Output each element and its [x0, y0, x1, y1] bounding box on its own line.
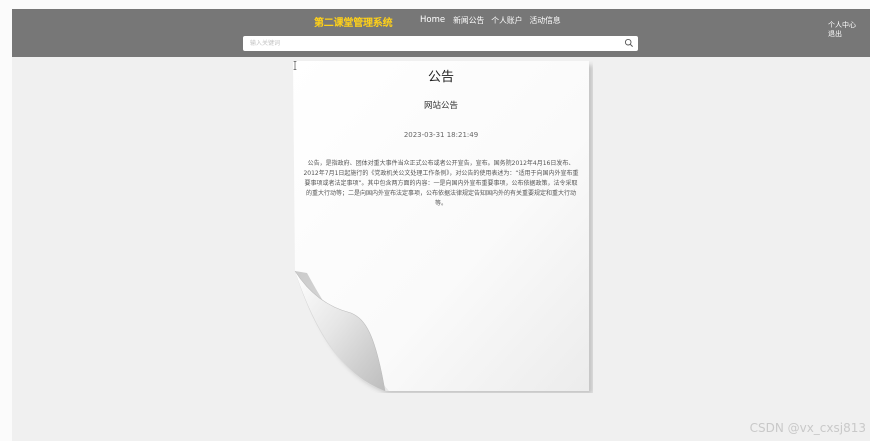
- page-background: 第二课堂管理系统 Home 新闻公告 个人账户 活动信息 个人中心 退出 输入关…: [12, 9, 870, 441]
- watermark: CSDN @vx_cxsj813: [749, 421, 866, 435]
- nav-home[interactable]: Home: [420, 15, 445, 26]
- site-brand[interactable]: 第二课堂管理系统: [314, 14, 393, 29]
- article-title: 公告: [427, 70, 454, 85]
- personal-center-link[interactable]: 个人中心: [828, 21, 856, 30]
- user-links: 个人中心 退出: [828, 21, 856, 39]
- article-body: 公告，是指政府、团体对重大事件当众正式公布或者公开宣告，宣布。国务院2012年4…: [303, 160, 579, 207]
- search-input[interactable]: [243, 36, 618, 51]
- nav-account[interactable]: 个人账户: [491, 15, 522, 26]
- article-subtitle: 网站公告: [423, 101, 458, 111]
- nav-news[interactable]: 新闻公告: [453, 15, 484, 26]
- search-icon[interactable]: [624, 38, 634, 48]
- search-bar: [243, 36, 638, 51]
- top-header: 第二课堂管理系统 Home 新闻公告 个人账户 活动信息 个人中心 退出: [12, 9, 870, 57]
- nav-activities[interactable]: 活动信息: [529, 15, 560, 26]
- logout-link[interactable]: 退出: [828, 30, 856, 39]
- announcement-paper: 公告 网站公告 2023-03-31 18:21:49 公告，是指政府、团体对重…: [293, 61, 593, 393]
- main-nav: Home 新闻公告 个人账户 活动信息: [420, 15, 561, 26]
- text-cursor-icon: [293, 61, 297, 70]
- article-date: 2023-03-31 18:21:49: [403, 131, 479, 139]
- paper-sheet: 公告 网站公告 2023-03-31 18:21:49 公告，是指政府、团体对重…: [293, 61, 593, 393]
